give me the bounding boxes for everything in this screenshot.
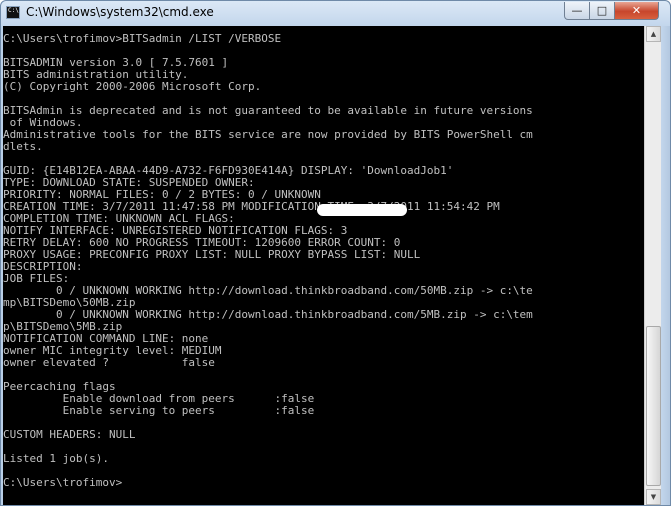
cmd-icon-label: C:\	[8, 7, 19, 14]
redacted-owner-mark	[317, 204, 407, 216]
minimize-button[interactable]: —	[564, 2, 590, 20]
console-text: C:\Users\trofimov>BITSadmin /LIST /VERBO…	[3, 32, 533, 489]
console-window: C:\ C:\Windows\system32\cmd.exe — □ ✕ C:…	[0, 0, 671, 506]
window-frame-right	[661, 26, 670, 505]
close-button[interactable]: ✕	[614, 2, 659, 20]
scroll-down-arrow-icon[interactable]: ▼	[646, 489, 661, 505]
scroll-up-arrow-icon[interactable]: ▲	[646, 26, 661, 42]
maximize-button[interactable]: □	[589, 2, 615, 20]
cmd-app-icon[interactable]: C:\	[6, 6, 20, 19]
vertical-scrollbar[interactable]: ▲ ▼	[644, 26, 662, 505]
console-output-area[interactable]: C:\Users\trofimov>BITSadmin /LIST /VERBO…	[3, 26, 644, 505]
window-title: C:\Windows\system32\cmd.exe	[26, 5, 214, 19]
scrollbar-thumb[interactable]	[646, 326, 661, 486]
title-bar[interactable]: C:\ C:\Windows\system32\cmd.exe — □ ✕	[1, 1, 670, 26]
